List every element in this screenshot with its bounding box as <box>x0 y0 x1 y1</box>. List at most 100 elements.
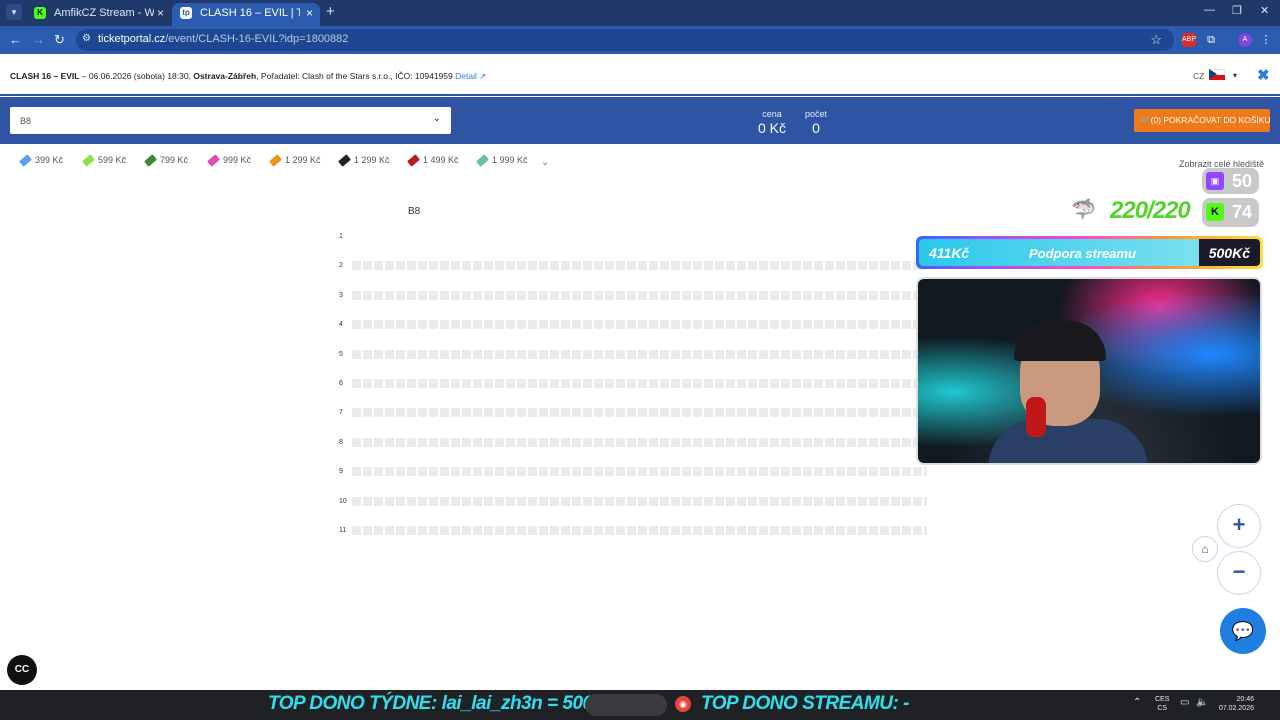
language-dropdown-icon[interactable]: ▾ <box>1233 71 1237 80</box>
url-path: /event/CLASH-16-EVIL?idp=1800882 <box>165 33 349 45</box>
event-venue: Ostrava-Zábřeh <box>193 71 257 81</box>
chevron-down-icon: ⌄ <box>432 113 441 124</box>
url-field[interactable]: ⚙ ticketportal.cz/event/CLASH-16-EVIL?id… <box>76 29 1174 51</box>
price-category-label: 1 299 Kč <box>354 155 390 165</box>
czech-flag-icon[interactable] <box>1209 69 1225 80</box>
ticket-icon <box>82 154 95 167</box>
seat-row[interactable] <box>352 320 927 329</box>
cart-count: (0) <box>1150 115 1161 125</box>
cart-button-label: POKRAČOVAT DO KOŠÍKU <box>1163 115 1271 125</box>
bookmark-star-icon[interactable]: ☆ <box>1150 32 1162 48</box>
price-category-label: 1 299 Kč <box>285 155 321 165</box>
network-icon[interactable]: ▭ <box>1180 697 1189 708</box>
count-value: 0 <box>812 120 820 136</box>
reset-view-home-button[interactable]: ⌂ <box>1192 536 1218 562</box>
price-category[interactable]: 1 299 Kč <box>269 154 321 167</box>
tray-chevron-icon[interactable]: ⌃ <box>1133 697 1141 708</box>
row-number: 2 <box>339 262 343 269</box>
row-number: 5 <box>339 351 343 358</box>
reload-icon[interactable]: ↻ <box>54 32 65 48</box>
browser-menu-icon[interactable]: ⋮ <box>1259 33 1273 47</box>
restore-icon[interactable]: ❐ <box>1232 4 1242 17</box>
seat-row[interactable] <box>352 497 927 506</box>
seat-row[interactable] <box>352 379 927 388</box>
price-category[interactable]: 1 499 Kč <box>407 154 459 167</box>
input-language-line1: CES <box>1155 696 1170 703</box>
webcam-body <box>988 419 1148 463</box>
seat-map-sector-label: B8 <box>408 206 421 217</box>
event-name: CLASH 16 – EVIL <box>10 71 80 81</box>
system-clock[interactable]: 20:46 07.02.2026 <box>1216 695 1254 713</box>
event-date: – 06.06.2026 (sobota) 18:30, <box>79 71 194 81</box>
site-info-icon[interactable]: ⚙ <box>82 33 91 44</box>
row-number: 11 <box>339 527 347 534</box>
address-bar: ← → ↻ ⚙ ticketportal.cz/event/CLASH-16-E… <box>0 26 1280 54</box>
row-number: 6 <box>339 380 343 387</box>
profile-avatar-icon[interactable]: A <box>1238 33 1252 47</box>
twitch-icon: ▣ <box>1206 172 1224 190</box>
detail-link[interactable]: Detail <box>455 71 477 81</box>
price-category-label: 599 Kč <box>98 155 127 165</box>
tab-ticketportal[interactable]: tp CLASH 16 – EVIL | TICKETPORTAL × <box>172 3 320 26</box>
continue-to-cart-button[interactable]: 🛒(0) POKRAČOVAT DO KOŠÍKU <box>1134 109 1271 132</box>
row-number: 1 <box>339 233 343 240</box>
tab-search-icon[interactable]: ▾ <box>6 4 22 20</box>
price-category[interactable]: 399 Kč <box>19 154 63 167</box>
seat-row[interactable] <box>352 467 927 476</box>
chat-button[interactable]: 💬 <box>1220 608 1266 654</box>
minimize-icon[interactable]: — <box>1204 4 1215 16</box>
input-language-line2: CS <box>1157 705 1168 712</box>
ticket-icon <box>338 154 351 167</box>
forward-icon[interactable]: → <box>32 32 45 47</box>
adblock-extension-icon[interactable]: ABP <box>1182 33 1196 47</box>
sector-select[interactable]: B8 ⌄ <box>10 107 451 134</box>
seat-row[interactable] <box>352 291 927 300</box>
url-text: ticketportal.cz/event/CLASH-16-EVIL?idp=… <box>98 33 348 45</box>
tab-title: AmfikCZ Stream - Watch Live o <box>54 7 154 19</box>
price-category-label: 999 Kč <box>223 155 252 165</box>
new-tab-icon[interactable]: + <box>326 3 335 20</box>
close-icon[interactable]: ✖ <box>1257 66 1270 84</box>
close-tab-icon[interactable]: × <box>306 3 313 23</box>
input-language[interactable]: CES CS <box>1155 695 1169 713</box>
ticket-icon <box>476 154 489 167</box>
event-organizer: , Pořadatel: Clash of the Stars s.r.o., … <box>256 71 453 81</box>
seat-row[interactable] <box>352 350 927 359</box>
price-category[interactable]: 599 Kč <box>82 154 127 167</box>
sector-select-value: B8 <box>20 116 32 126</box>
health-counter: 220/220 <box>1110 197 1191 224</box>
close-tab-icon[interactable]: × <box>157 3 164 23</box>
price-category[interactable]: 1 299 Kč <box>338 154 390 167</box>
support-current-amount: 411Kč <box>929 245 970 261</box>
back-icon[interactable]: ← <box>9 32 22 47</box>
tab-amfik-stream[interactable]: K AmfikCZ Stream - Watch Live o × <box>26 3 171 26</box>
taskbar-search[interactable] <box>585 694 667 716</box>
price-category-label: 799 Kč <box>160 155 189 165</box>
seat-row[interactable] <box>352 261 927 270</box>
seat-row[interactable] <box>352 526 927 535</box>
support-stream-goal-bar: 411Kč Podpora streamu 500Kč <box>916 236 1263 269</box>
chrome-icon[interactable]: ◉ <box>675 696 691 712</box>
extensions-puzzle-icon[interactable]: ⧉ <box>1204 33 1218 47</box>
external-link-icon[interactable]: ↗ <box>477 71 486 81</box>
captions-button[interactable]: CC <box>7 655 37 685</box>
zoom-out-button[interactable]: − <box>1217 551 1261 595</box>
price-category[interactable]: 799 Kč <box>144 154 189 167</box>
ticket-icon <box>207 154 220 167</box>
ticket-icon <box>19 154 32 167</box>
price-category-label: 1 999 Kč <box>492 155 528 165</box>
support-goal-title: Podpora streamu <box>1029 246 1136 261</box>
seat-row[interactable] <box>352 408 927 417</box>
volume-icon[interactable]: 🔈 <box>1196 697 1208 708</box>
price-category[interactable]: 1 999 Kč <box>476 154 528 167</box>
row-number: 9 <box>339 468 343 475</box>
ticket-icon <box>407 154 420 167</box>
zoom-in-button[interactable]: + <box>1217 504 1261 548</box>
price-category[interactable]: 999 Kč <box>207 154 252 167</box>
selection-bar: B8 ⌄ cena 0 Kč počet 0 🛒(0) POKRAČOVAT D… <box>0 97 1280 144</box>
language-code[interactable]: CZ <box>1193 71 1204 81</box>
seat-row[interactable] <box>352 438 927 447</box>
close-window-icon[interactable]: ✕ <box>1260 4 1269 17</box>
more-prices-chevron-icon[interactable]: ⌄ <box>541 157 549 168</box>
shark-icon: 🦈 <box>1071 199 1096 221</box>
